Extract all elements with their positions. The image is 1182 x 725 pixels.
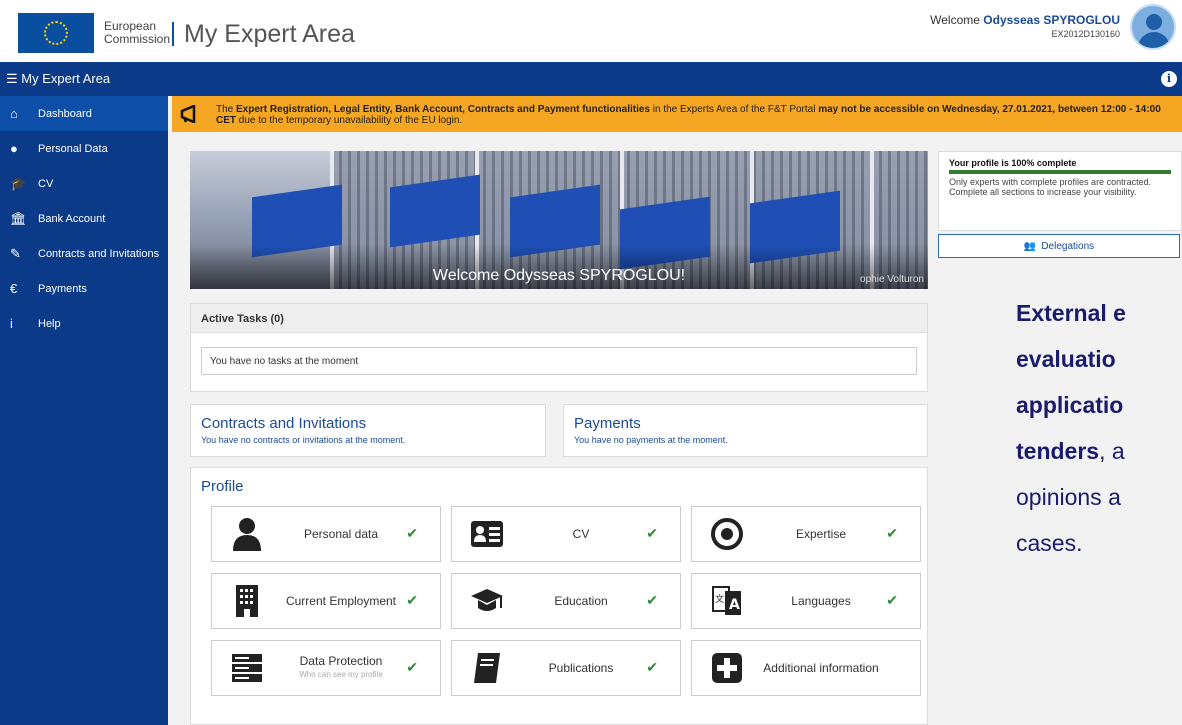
logo-separator <box>172 22 174 46</box>
info-icon[interactable]: i <box>1161 71 1177 87</box>
tile-data-protection[interactable]: Data Protection Who can see my profile ✔ <box>211 640 441 696</box>
check-icon: ✔ <box>646 659 658 675</box>
profile-completion-box: Your profile is 100% complete Only exper… <box>938 151 1182 231</box>
delegations-button[interactable]: 👥 Delegations <box>938 234 1180 258</box>
check-icon: ✔ <box>406 525 418 541</box>
profile-title: Profile <box>201 478 244 495</box>
avatar[interactable] <box>1130 4 1176 50</box>
menu-toggle[interactable]: ☰ My Expert Area <box>6 71 110 87</box>
user-name[interactable]: Odysseas SPYROGLOU <box>983 13 1120 27</box>
eu-flag-logo[interactable] <box>18 13 94 53</box>
welcome-user: Welcome Odysseas SPYROGLOU EX2012D130160 <box>930 13 1120 39</box>
tile-cv[interactable]: CV ✔ <box>451 506 681 562</box>
graduation-cap-icon: 🎓 <box>10 175 27 191</box>
payments-title[interactable]: Payments <box>574 415 917 432</box>
check-icon: ✔ <box>646 525 658 541</box>
active-tasks-title[interactable]: Active Tasks (0) <box>191 304 927 333</box>
users-icon: 👥 <box>1023 240 1037 252</box>
tile-personal-data[interactable]: Personal data ✔ <box>211 506 441 562</box>
hero-banner: Welcome Odysseas SPYROGLOU! ophie Voltur… <box>190 151 928 289</box>
bank-icon: 🏛 <box>10 210 27 226</box>
language-icon: A文 <box>712 586 741 615</box>
site-header: European Commission My Expert Area Welco… <box>0 0 1182 62</box>
active-tasks-panel: Active Tasks (0) You have no tasks at th… <box>190 303 928 392</box>
user-icon <box>233 518 261 551</box>
euro-icon: € <box>10 281 18 296</box>
id-card-icon <box>471 521 503 547</box>
photo-credit: ophie Volturon <box>860 274 924 285</box>
profile-progress-bar <box>949 170 1171 174</box>
sidebar-item-bank-account[interactable]: 🏛 Bank Account <box>0 201 168 236</box>
sidebar-item-cv[interactable]: 🎓 CV <box>0 166 168 201</box>
check-icon: ✔ <box>886 525 898 541</box>
contracts-panel: Contracts and Invitations You have no co… <box>190 404 546 457</box>
payments-panel: Payments You have no payments at the mom… <box>563 404 928 457</box>
check-icon: ✔ <box>646 592 658 608</box>
edit-icon: ✎ <box>10 245 21 261</box>
sidebar-item-payments[interactable]: € Payments <box>0 271 168 306</box>
check-icon: ✔ <box>886 592 898 608</box>
tile-publications[interactable]: Publications ✔ <box>451 640 681 696</box>
check-icon: ✔ <box>406 592 418 608</box>
contracts-title[interactable]: Contracts and Invitations <box>201 415 535 432</box>
sidebar-item-help[interactable]: i Help <box>0 306 168 341</box>
eu-flag-image <box>390 174 480 248</box>
tile-languages[interactable]: A文 Languages ✔ <box>691 573 921 629</box>
server-icon <box>232 654 262 682</box>
top-nav-bar: ☰ My Expert Area i <box>0 62 1182 96</box>
user-icon: ● <box>10 141 18 156</box>
user-id: EX2012D130160 <box>1051 29 1120 39</box>
hamburger-icon: ☰ <box>6 71 18 86</box>
maintenance-alert: The Expert Registration, Legal Entity, B… <box>172 96 1182 132</box>
eu-stars-icon <box>44 21 68 45</box>
sidebar: ⌂ Dashboard ● Personal Data 🎓 CV 🏛 Bank … <box>0 96 176 725</box>
tile-expertise[interactable]: Expertise ✔ <box>691 506 921 562</box>
sidebar-item-dashboard[interactable]: ⌂ Dashboard <box>0 96 176 131</box>
hero-welcome-text: Welcome Odysseas SPYROGLOU! <box>432 267 686 284</box>
check-icon: ✔ <box>406 659 418 675</box>
app-title: My Expert Area <box>184 20 355 48</box>
plus-square-icon <box>712 653 742 683</box>
book-icon <box>474 653 500 683</box>
tile-current-employment[interactable]: Current Employment ✔ <box>211 573 441 629</box>
tile-additional-information[interactable]: Additional information <box>691 640 921 696</box>
building-icon <box>236 585 258 617</box>
tile-education[interactable]: Education ✔ <box>451 573 681 629</box>
graduation-cap-icon <box>471 589 503 611</box>
sidebar-item-contracts[interactable]: ✎ Contracts and Invitations <box>0 236 168 271</box>
tasks-empty-message: You have no tasks at the moment <box>201 347 917 375</box>
slide-overlay-text: External e evaluatio applicatio tenders,… <box>1016 300 1126 556</box>
target-icon <box>711 518 743 550</box>
home-icon: ⌂ <box>10 106 18 121</box>
commission-logo-text: European Commission <box>104 19 171 46</box>
sidebar-item-personal-data[interactable]: ● Personal Data <box>0 131 168 166</box>
svg-text:A: A <box>729 597 740 613</box>
profile-panel: Profile Personal data ✔ CV ✔ Expertise ✔… <box>190 467 928 725</box>
megaphone-icon <box>180 105 196 123</box>
info-icon: i <box>10 316 13 331</box>
svg-text:文: 文 <box>715 593 724 605</box>
